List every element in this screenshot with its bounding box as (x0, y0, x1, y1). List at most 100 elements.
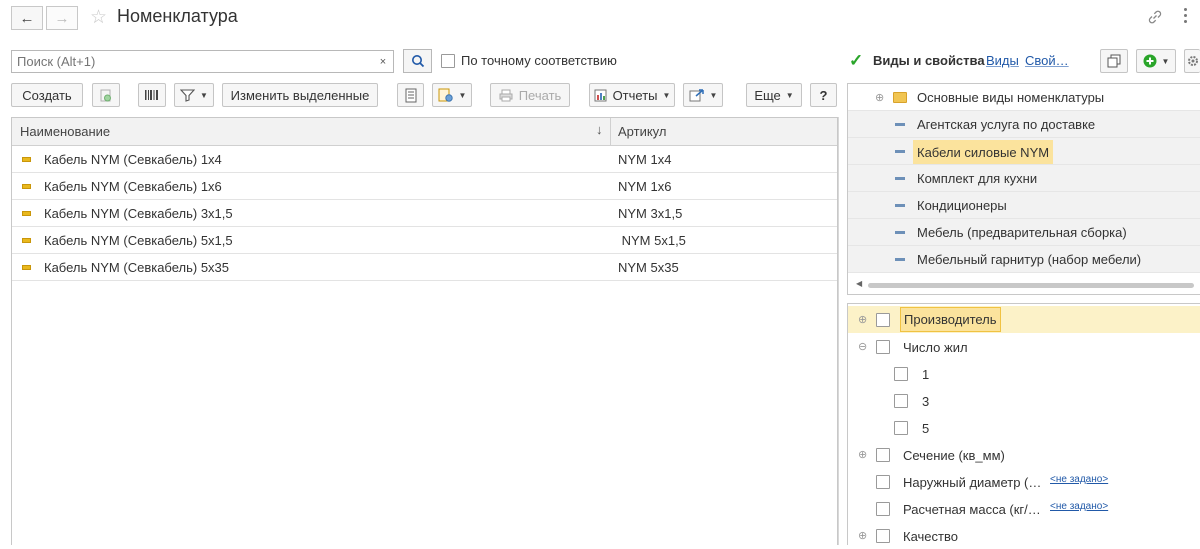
item-marker-icon (895, 231, 905, 234)
chevron-down-icon: ▼ (785, 90, 794, 100)
table-row[interactable]: Кабель NYM (Севкабель) 1x4 NYM 1x4 (12, 146, 837, 173)
link-icon[interactable] (1146, 8, 1164, 26)
print-button[interactable]: Печать (490, 83, 570, 107)
filter-dropdown-button[interactable]: ▼ (174, 83, 214, 107)
favorite-star-icon[interactable]: ☆ (90, 6, 107, 29)
tree-item[interactable]: Кондиционеры (848, 192, 1200, 219)
column-header-name[interactable]: Наименование (20, 124, 110, 139)
chevron-down-icon: ▼ (1161, 56, 1170, 66)
property-checkbox[interactable] (876, 448, 890, 462)
exact-match-checkbox[interactable] (441, 54, 455, 68)
value-checkbox[interactable] (894, 394, 908, 408)
value-checkbox[interactable] (894, 421, 908, 435)
scroll-left-icon[interactable]: ◀ (856, 279, 862, 288)
report-icon (594, 89, 607, 101)
search-input[interactable] (11, 50, 374, 73)
reports-label: Отчеты (612, 87, 658, 103)
property-value-row[interactable]: 1 (848, 360, 1200, 387)
panel-divider[interactable] (838, 117, 839, 545)
tree-item-label: Мебельный гарнитур (набор мебели) (917, 252, 1142, 267)
property-row[interactable]: Наружный диаметр (… <не задано> (848, 468, 1200, 495)
sort-down-icon[interactable]: ↓ (596, 122, 603, 137)
property-row[interactable]: Расчетная масса (кг/… <не задано> (848, 495, 1200, 522)
change-selected-button[interactable]: Изменить выделенные (222, 83, 378, 107)
chevron-down-icon: ▼ (662, 90, 671, 100)
column-header-article[interactable]: Артикул (618, 124, 666, 139)
property-row[interactable]: ⊖ Число жил (848, 333, 1200, 360)
properties-link[interactable]: Свой… (1025, 53, 1069, 68)
expand-icon[interactable]: ⊕ (875, 91, 884, 104)
printer-icon (499, 89, 513, 101)
property-label: Число жил (903, 340, 968, 355)
value-label: 3 (922, 394, 930, 409)
cell-name: Кабель NYM (Севкабель) 3x1,5 (44, 206, 233, 221)
create-based-dropdown[interactable]: ▼ (432, 83, 472, 107)
property-checkbox[interactable] (876, 340, 890, 354)
tree-item-label: Мебель (предварительная сборка) (917, 225, 1127, 240)
property-row[interactable]: ⊕ Сечение (кв_мм) (848, 441, 1200, 468)
more-dropdown[interactable]: Еще ▼ (746, 83, 802, 107)
horizontal-scrollbar[interactable]: ◀ (856, 279, 1200, 289)
search-clear-button[interactable]: × (373, 50, 394, 73)
close-icon: × (379, 55, 387, 68)
expand-icon[interactable]: ⊕ (858, 313, 867, 326)
tree-item[interactable]: Агентская услуга по доставке (848, 111, 1200, 138)
property-checkbox[interactable] (876, 502, 890, 516)
cell-name: Кабель NYM (Севкабель) 5x35 (44, 260, 230, 275)
page-title: Номенклатура (117, 6, 238, 26)
more-menu-icon[interactable] (1184, 8, 1188, 26)
more-label: Еще (754, 87, 781, 103)
not-set-link[interactable]: <не задано> (1050, 474, 1108, 485)
add-dropdown-button[interactable]: ▼ (1136, 49, 1176, 73)
checkmark-icon[interactable]: ✓ (849, 51, 863, 71)
exact-match-label: По точному соответствию (461, 53, 617, 68)
chevron-down-icon: ▼ (200, 90, 208, 100)
gear-icon (1187, 56, 1198, 66)
item-marker-icon (895, 204, 905, 207)
create-button[interactable]: Создать (11, 83, 83, 107)
cell-article: NYM 1x4 (618, 152, 672, 167)
table-row[interactable]: Кабель NYM (Севкабель) 1x6 NYM 1x6 (12, 173, 837, 200)
tree-item[interactable]: Мебельный гарнитур (набор мебели) (848, 246, 1200, 273)
barcode-button[interactable] (138, 83, 166, 107)
not-set-link[interactable]: <не задано> (1050, 501, 1108, 512)
value-label: 5 (922, 421, 930, 436)
collapse-icon[interactable]: ⊖ (858, 340, 867, 353)
tree-item-folder[interactable]: ⊕ Основные виды номенклатуры (848, 84, 1200, 111)
list-view-button[interactable] (397, 83, 424, 107)
send-dropdown[interactable]: ▼ (683, 83, 723, 107)
help-button[interactable]: ? (810, 83, 837, 107)
property-value-row[interactable]: 5 (848, 414, 1200, 441)
kinds-link[interactable]: Виды (986, 53, 1019, 68)
property-value-row[interactable]: 3 (848, 387, 1200, 414)
property-checkbox[interactable] (876, 313, 890, 327)
table-row[interactable]: Кабель NYM (Севкабель) 5x1,5 NYM 5x1,5 (12, 227, 837, 254)
property-label: Сечение (кв_мм) (903, 448, 1005, 463)
copy-window-button[interactable] (1100, 49, 1128, 73)
copy-button[interactable] (92, 83, 120, 107)
tree-item[interactable]: Мебель (предварительная сборка) (848, 219, 1200, 246)
reports-dropdown[interactable]: Отчеты ▼ (589, 83, 675, 107)
back-button[interactable]: ← (11, 6, 43, 30)
table-row[interactable]: Кабель NYM (Севкабель) 3x1,5 NYM 3x1,5 (12, 200, 837, 227)
tree-item[interactable]: Комплект для кухни (848, 165, 1200, 192)
table-row[interactable]: Кабель NYM (Севкабель) 5x35 NYM 5x35 (12, 254, 837, 281)
arrow-left-icon: ← (19, 9, 35, 27)
property-label: Наружный диаметр (… (903, 475, 1042, 490)
item-marker-icon (895, 150, 905, 153)
expand-icon[interactable]: ⊕ (858, 448, 867, 461)
property-checkbox[interactable] (876, 475, 890, 489)
expand-icon[interactable]: ⊕ (858, 529, 867, 542)
item-icon (22, 265, 31, 270)
tree-item-selected[interactable]: Кабели силовые NYM (848, 138, 1200, 165)
tree-item-label: Агентская услуга по доставке (917, 117, 1096, 132)
property-checkbox[interactable] (876, 529, 890, 543)
forward-button[interactable]: → (46, 6, 78, 30)
settings-button[interactable] (1184, 49, 1200, 73)
search-button[interactable] (403, 49, 432, 73)
cell-name: Кабель NYM (Севкабель) 1x4 (44, 152, 222, 167)
value-checkbox[interactable] (894, 367, 908, 381)
item-marker-icon (895, 258, 905, 261)
scrollbar-thumb[interactable] (868, 283, 1194, 288)
property-row-selected[interactable]: ⊕ Производитель (848, 306, 1200, 333)
